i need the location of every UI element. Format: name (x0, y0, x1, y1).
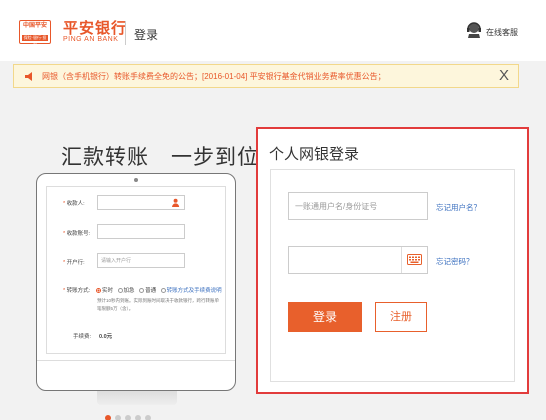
logo-top-text: 中国平安 (22, 23, 47, 29)
bezel-divider (37, 360, 235, 361)
contact-icon (172, 198, 180, 207)
notice-text[interactable]: 网银（含手机银行）转账手续费全免的公告；[2016-01-04] 平安银行基金代… (42, 71, 386, 82)
carousel-dot[interactable] (115, 415, 121, 420)
online-service-link[interactable]: 在线客服 (486, 27, 518, 38)
keyboard-icon (407, 254, 422, 265)
password-input[interactable] (288, 246, 428, 274)
logo-bottom-text: 保险·银行·投资 (22, 35, 48, 46)
payer-field (97, 195, 185, 210)
branch-field: 请输入开户行 (97, 253, 185, 268)
notice-bar: 网银（含手机银行）转账手续费全免的公告；[2016-01-04] 平安银行基金代… (13, 64, 519, 88)
account-field (97, 224, 185, 239)
carousel-dot[interactable] (125, 415, 131, 420)
username-input[interactable]: 一账通用户名/身份证号 (288, 192, 428, 220)
speaker-icon (25, 72, 32, 81)
promo-slogan: 汇款转账 一步到位 (61, 146, 259, 169)
close-icon[interactable]: X (496, 67, 512, 85)
soft-keyboard-button[interactable] (401, 247, 427, 273)
bank-name-en: PING AN BANK (63, 36, 119, 43)
branch-placeholder: 请输入开户行 (101, 258, 132, 264)
carousel-dot[interactable] (145, 415, 151, 420)
method-label: * 转账方式: (63, 288, 91, 294)
bank-name: 平安银行 (63, 20, 128, 37)
method-options: 实时 加急 普通 转账方式及手续费说明 (93, 286, 222, 294)
top-header: 中国平安 保险·银行·投资 平安银行 PING AN BANK 登录 在线客服 (0, 0, 546, 61)
monitor-screen: * 收款人: * 收款账号: * 开户行: 请输入开户行 * 转账方式: 实时 … (46, 186, 226, 354)
fee-value: 0.0元 (99, 334, 113, 340)
payer-label: * 收款人: (63, 201, 85, 207)
pingan-logo[interactable]: 中国平安 保险·银行·投资 (19, 20, 51, 46)
info-icon (160, 288, 166, 294)
page-title: 登录 (134, 28, 159, 42)
monitor-stand (97, 391, 177, 405)
method-note: 预计10秒内到账。实际到账时间取决于收款银行，跨行转账单笔限额5万（含）。 (97, 298, 220, 311)
register-button[interactable]: 注册 (375, 302, 427, 332)
forgot-password-link[interactable]: 忘记密码？ (436, 256, 474, 267)
carousel-dots (105, 408, 175, 420)
username-placeholder: 一账通用户名/身份证号 (295, 202, 378, 211)
radio-urgent (117, 288, 123, 294)
forgot-username-link[interactable]: 忘记用户名？ (436, 202, 481, 213)
account-label: * 收款账号: (63, 231, 91, 237)
branch-label: * 开户行: (63, 260, 85, 266)
login-title: 个人网银登录 (269, 146, 360, 163)
carousel-dot[interactable] (135, 415, 141, 420)
login-button[interactable]: 登录 (288, 302, 362, 332)
radio-realtime (96, 288, 101, 294)
carousel-dot[interactable] (105, 415, 111, 420)
headset-icon[interactable] (466, 21, 482, 39)
camera-dot (134, 178, 138, 182)
fee-label: 手续费: (73, 334, 92, 340)
monitor-illustration: * 收款人: * 收款账号: * 开户行: 请输入开户行 * 转账方式: 实时 … (36, 173, 236, 391)
radio-normal (139, 288, 145, 294)
header-divider (125, 21, 126, 45)
